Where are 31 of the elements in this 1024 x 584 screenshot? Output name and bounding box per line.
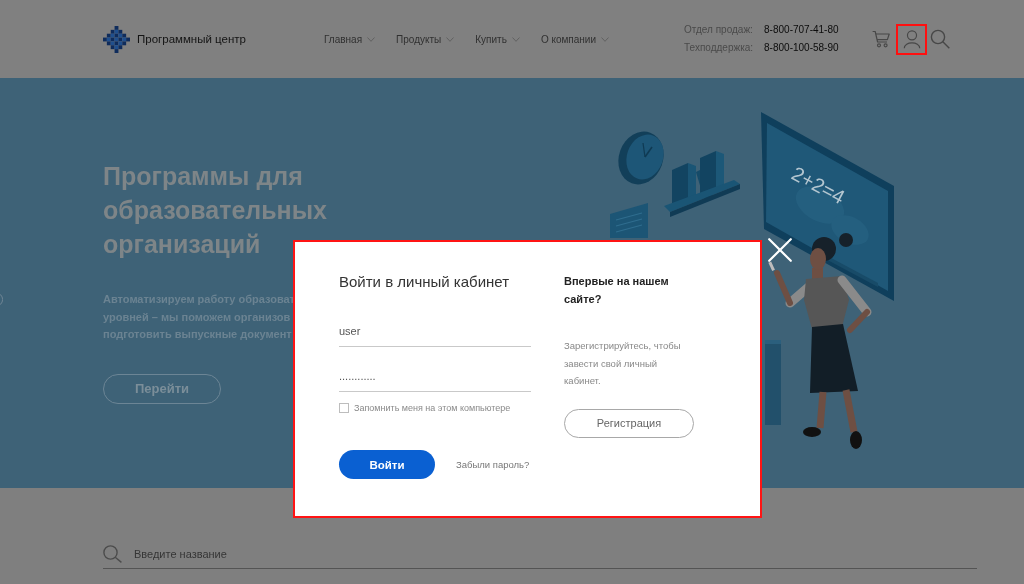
hero-title: Программы для образовательных организаций [103, 161, 328, 260]
chevron-down-icon [511, 36, 520, 42]
note-drawing [610, 203, 648, 238]
remember-checkbox[interactable] [339, 403, 349, 413]
remember-label[interactable]: Запомнить меня на этом компьютере [354, 403, 511, 413]
login-button[interactable]: Войти [339, 450, 435, 479]
nav-link[interactable]: Продукты [396, 33, 455, 45]
register-text: Зарегистрируйтесь, чтобы завести свой личный кабинет. [564, 339, 682, 388]
dialog-title: Войти в личный кабинет [339, 272, 510, 292]
user-icon [901, 29, 922, 49]
nav-link[interactable]: Купить [475, 33, 520, 45]
phone-number[interactable]: 8-800-707-41-80 [764, 21, 839, 39]
phone-number[interactable]: 8-800-100-58-90 [764, 39, 839, 57]
chevron-down-icon [367, 36, 376, 42]
cart-icon[interactable] [872, 30, 890, 48]
close-icon [768, 238, 792, 262]
chevron-down-icon [446, 36, 455, 42]
close-button[interactable] [768, 238, 792, 262]
clock-drawing [618, 131, 664, 185]
logo-text[interactable]: Программный центр [137, 33, 246, 45]
forgot-password-link[interactable]: Забыли пароль? [456, 459, 530, 470]
nav-link[interactable]: Главная [324, 33, 376, 45]
logo-icon[interactable] [103, 25, 130, 53]
search-icon [103, 545, 122, 563]
search-icon[interactable] [930, 29, 950, 49]
nav-link[interactable]: О компании [540, 33, 610, 45]
chevron-down-icon [601, 36, 610, 42]
account-button[interactable] [896, 23, 927, 55]
register-heading: Впервые на нашем сайте? [564, 274, 670, 307]
search-field[interactable]: Введите название [134, 546, 977, 562]
ring-icon[interactable] [0, 292, 3, 307]
